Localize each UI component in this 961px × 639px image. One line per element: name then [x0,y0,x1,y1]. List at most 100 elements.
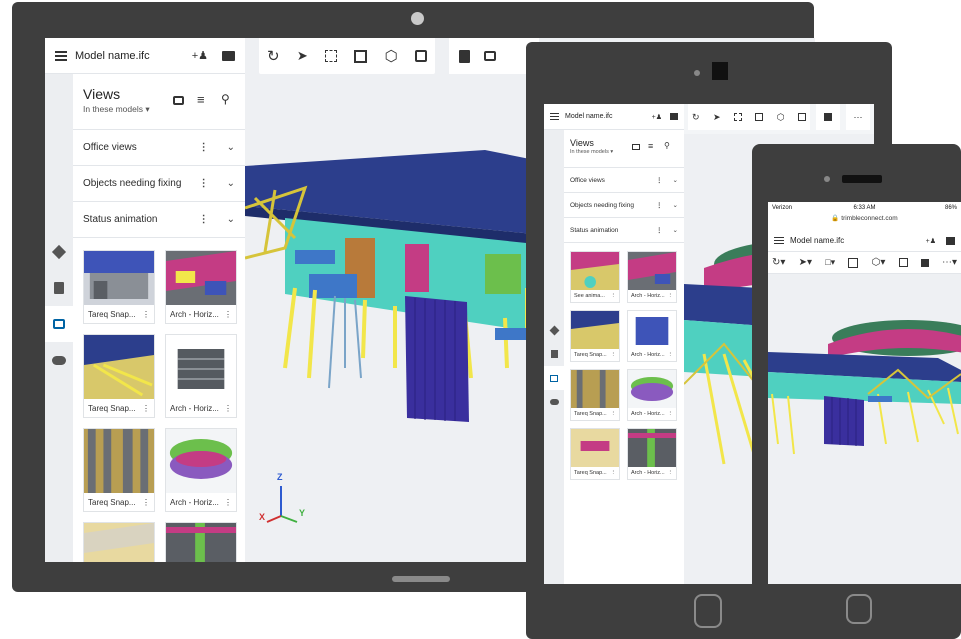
view-card[interactable]: Arch - Horiz... ⋮ [165,334,237,418]
pointer-icon[interactable]: ➤ [713,112,721,123]
view-card[interactable]: Arch - Horiz... ⋮ [165,428,237,512]
filter-icon[interactable]: ≡ [648,141,653,151]
more-icon[interactable]: ⋮ [199,178,209,189]
more-icon[interactable]: ⋮ [142,310,150,319]
views-subtitle[interactable]: In these models ▾ [570,149,678,155]
more-icon[interactable]: ⋮ [224,404,232,413]
more-icon[interactable]: ⋮ [142,498,150,507]
fit-view-icon[interactable] [848,257,859,268]
view-card[interactable]: Tareq Snap... ⋮ [570,369,620,421]
view-card[interactable]: Arch - Horiz... ⋮ [627,369,677,421]
chevron-down-icon[interactable]: ⌄ [673,176,678,184]
cube-icon[interactable]: ⬡ [385,47,398,65]
cloud-icon[interactable] [544,390,564,414]
more-icon[interactable]: ⋮ [142,404,150,413]
fit-view-icon[interactable] [755,113,764,121]
camera-icon[interactable] [45,306,73,342]
more-icon[interactable]: ⋮ [668,411,674,417]
hamburger-icon[interactable] [774,236,784,245]
hamburger-icon[interactable] [55,50,67,61]
cube-icon[interactable]: ⬡▾ [872,257,886,268]
clipboard-check-icon[interactable] [459,49,470,63]
more-icon[interactable]: ⋮ [611,293,617,299]
orbit-icon[interactable]: ↻ [267,47,280,65]
view-card[interactable]: Tareq Snap... ⋮ [570,428,620,480]
view-card[interactable]: See anima... ⋮ [570,251,620,303]
more-icon[interactable]: ⋮ [199,142,209,153]
fit-view-icon[interactable] [354,49,368,63]
section-office-views[interactable]: Office views ⋮ ⌄ [73,130,245,166]
chevron-down-icon[interactable]: ⌄ [227,214,235,225]
chevron-down-icon[interactable]: ⌄ [227,142,235,153]
chevron-down-icon[interactable]: ⌄ [673,226,678,234]
layers-icon[interactable] [415,50,427,62]
more-icon[interactable]: ⋮ [224,498,232,507]
chevron-down-icon[interactable]: ⌄ [227,178,235,189]
more-icon[interactable]: ⋮ [611,470,617,476]
view-card[interactable] [165,522,237,562]
more-icon[interactable]: ⋮ [611,411,617,417]
view-card[interactable] [83,522,155,562]
more-icon[interactable]: ⋯ [854,112,863,123]
cube-icon[interactable] [920,258,929,267]
chevron-down-icon[interactable]: ⌄ [673,201,678,209]
camera-icon[interactable] [632,144,640,150]
box-select-icon[interactable] [325,50,338,62]
more-icon[interactable]: ⋮ [656,201,663,209]
view-card[interactable]: Arch - Horiz... ⋮ [627,251,677,303]
search-icon[interactable]: ⚲ [221,92,230,106]
view-card[interactable]: Tareq Snap... ⋮ [83,428,155,512]
url-bar[interactable]: 🔒 trimbleconnect.com [768,214,961,226]
cube-icon[interactable]: ⬡ [777,112,785,123]
more-icon[interactable]: ⋮ [668,293,674,299]
more-icon[interactable]: ⋮ [668,470,674,476]
folder-icon[interactable] [946,236,955,245]
view-card[interactable]: Arch - Horiz... ⋮ [627,310,677,362]
add-user-icon[interactable]: +♟ [926,237,936,245]
home-button[interactable] [694,594,722,628]
cloud-icon[interactable] [45,342,73,378]
section-status-animation[interactable]: Status animation ⋮ ⌄ [73,202,245,238]
orbit-icon[interactable]: ↻ [692,112,700,123]
box-select-icon[interactable]: □▾ [825,257,835,268]
pointer-icon[interactable]: ➤▾ [799,257,812,268]
box-select-icon[interactable] [733,113,742,121]
home-button[interactable] [846,594,872,624]
views-subtitle[interactable]: In these models ▾ [83,104,235,115]
view-card[interactable]: Tareq Snap... ⋮ [83,250,155,324]
section-objects-needing-fixing[interactable]: Objects needing fixing ⋮ ⌄ [73,166,245,202]
more-icon[interactable]: ⋮ [656,176,663,184]
more-icon[interactable]: ⋯▾ [942,257,957,268]
cube-icon[interactable] [824,113,832,121]
clipboard-check-icon[interactable] [45,270,73,306]
cube-icon[interactable] [45,234,73,270]
hamburger-icon[interactable] [550,113,559,120]
view-card[interactable]: Tareq Snap... ⋮ [570,310,620,362]
section-office-views[interactable]: Office views ⋮ ⌄ [564,168,684,193]
search-icon[interactable]: ⚲ [664,141,670,150]
more-icon[interactable]: ⋮ [656,226,663,234]
camera-icon[interactable] [544,366,564,390]
folder-icon[interactable] [222,50,235,61]
layers-icon[interactable] [797,113,806,121]
orbit-icon[interactable]: ↻▾ [772,257,785,268]
add-user-icon[interactable]: +♟ [192,49,208,62]
filter-icon[interactable]: ≡ [197,92,205,107]
layers-icon[interactable] [898,258,908,267]
view-card[interactable]: Arch - Horiz... ⋮ [627,428,677,480]
clipboard-check-icon[interactable] [544,342,564,366]
section-status-animation[interactable]: Status animation ⋮ ⌄ [564,218,684,243]
pointer-icon[interactable]: ➤ [297,48,308,64]
more-icon[interactable]: ⋮ [224,310,232,319]
add-user-icon[interactable]: +♟ [652,113,662,121]
folder-icon[interactable] [670,113,678,120]
cube-icon[interactable] [544,318,564,342]
more-icon[interactable]: ⋮ [199,214,209,225]
view-card[interactable]: Tareq Snap... ⋮ [83,334,155,418]
more-icon[interactable]: ⋮ [611,352,617,358]
section-objects-needing-fixing[interactable]: Objects needing fixing ⋮ ⌄ [564,193,684,218]
camera-icon[interactable] [484,51,496,61]
more-icon[interactable]: ⋮ [668,352,674,358]
model-viewport[interactable] [768,274,961,584]
camera-icon[interactable] [173,96,184,105]
